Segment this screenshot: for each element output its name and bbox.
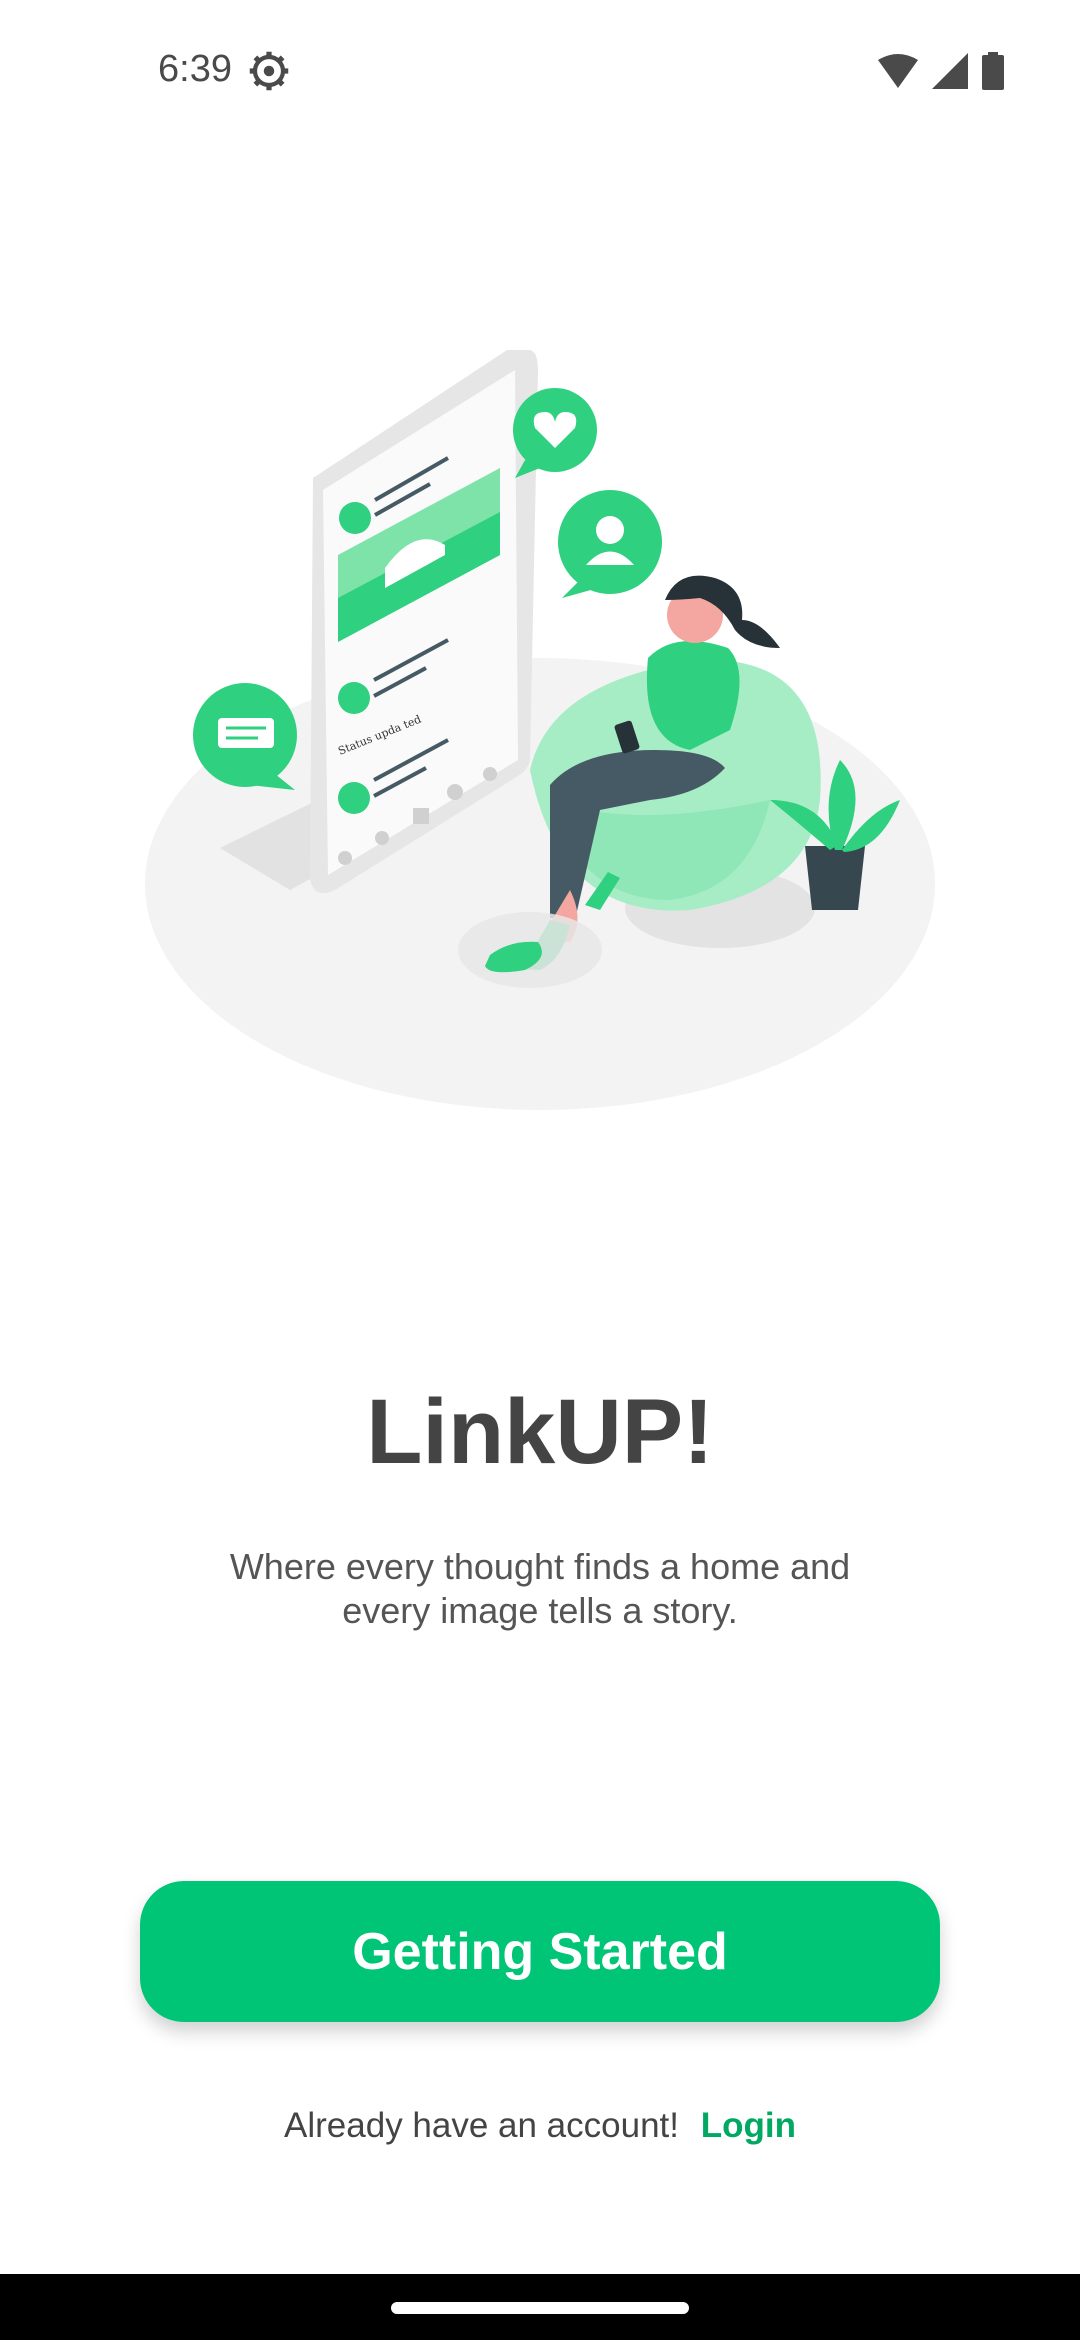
system-nav-bar (0, 2274, 1080, 2340)
status-time: 6:39 (158, 48, 232, 90)
login-prompt: Already have an account! (284, 2106, 679, 2145)
app-title: LinkUP! (366, 1381, 714, 1483)
tagline-line-1: Where every thought finds a home and (229, 1546, 851, 1587)
battery-icon (982, 52, 1004, 90)
status-icons (878, 52, 1004, 90)
social-media-illustration: Status upda ted (145, 350, 935, 1110)
login-link[interactable]: Login (701, 2106, 796, 2145)
login-row: Already have an account! Login (0, 2106, 1080, 2146)
cell-signal-icon (932, 53, 968, 89)
getting-started-button[interactable]: Getting Started (140, 1881, 940, 2022)
status-bar: 6:39 (0, 0, 1080, 140)
settings-gear-icon (249, 51, 289, 91)
home-indicator[interactable] (391, 2302, 689, 2314)
wifi-icon (878, 54, 918, 88)
tagline: Where every thought finds a home and eve… (170, 1545, 910, 1633)
getting-started-label: Getting Started (352, 1922, 728, 1981)
tagline-line-2: every image tells a story. (342, 1590, 738, 1631)
